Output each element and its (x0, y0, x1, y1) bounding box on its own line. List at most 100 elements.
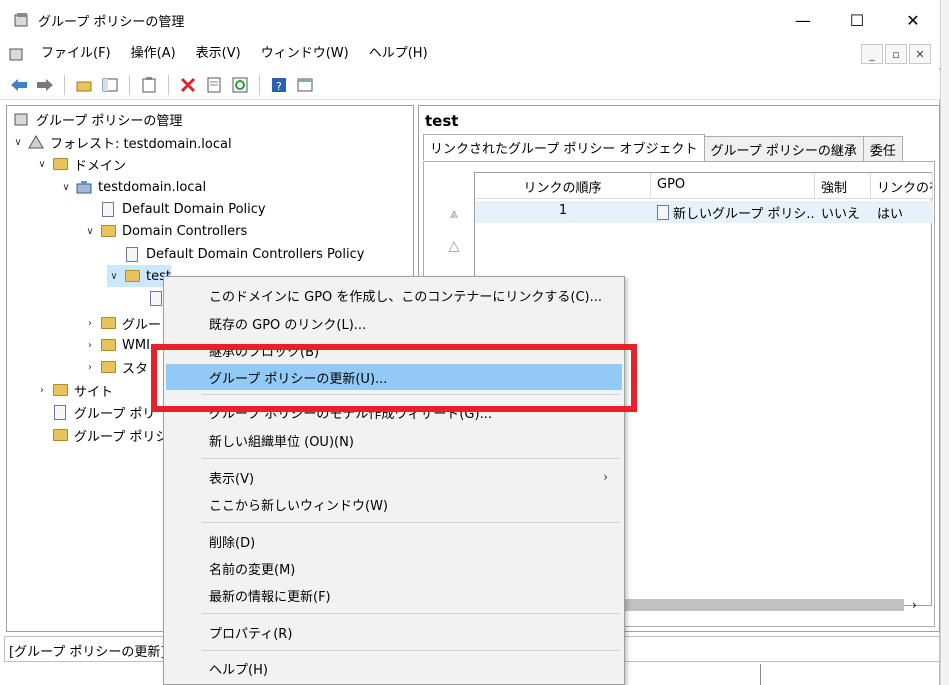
menu-bar: ファイル(F) 操作(A) 表示(V) ウィンドウ(W) ヘルプ(H) (0, 40, 940, 68)
pane-title: test (425, 112, 459, 130)
help-icon[interactable]: ? (268, 74, 290, 96)
gpmc-icon (13, 111, 31, 127)
chevron-down-icon[interactable]: ∨ (59, 182, 73, 193)
tree-label: Default Domain Policy (122, 201, 266, 217)
toolbar-separator (129, 74, 130, 95)
show-hide-tree-icon[interactable] (99, 74, 121, 96)
domain-icon (75, 179, 93, 195)
results-icon (51, 427, 69, 443)
tree-label: サイト (74, 384, 114, 400)
menu-item-new-window[interactable]: ここから新しいウィンドウ(W) (166, 491, 622, 517)
chevron-down-icon[interactable]: ∨ (83, 226, 97, 237)
chevron-right-icon[interactable]: › (83, 318, 97, 329)
close-button[interactable]: ✕ (890, 4, 936, 36)
forward-arrow-icon[interactable] (34, 74, 56, 96)
clipboard-icon[interactable] (138, 74, 160, 96)
menu-help[interactable]: ヘルプ(H) (359, 40, 438, 68)
tree-item-sites[interactable]: › サイト (35, 379, 113, 401)
mdi-minimize-button[interactable]: _ (861, 44, 883, 64)
toolbar-separator (259, 74, 260, 95)
tree-item-wmi[interactable]: › WMI (83, 334, 150, 356)
ou-folder-icon (99, 223, 117, 239)
tree-item-test-ou[interactable]: ∨ test (107, 265, 171, 287)
chevron-right-icon[interactable]: › (83, 340, 97, 351)
menu-item-rename[interactable]: 名前の変更(M) (166, 555, 622, 581)
column-header-link-enabled[interactable]: リンクの有 (871, 173, 933, 198)
cell-enforced: いいえ (821, 207, 861, 222)
mdi-close-button[interactable]: ✕ (909, 44, 931, 64)
toolbar-separator (64, 74, 65, 95)
wmi-folder-icon (99, 337, 117, 353)
scroll-right-icon[interactable]: › (912, 598, 917, 612)
menu-item-new-ou[interactable]: 新しい組織単位 (OU)(N) (166, 427, 622, 453)
table-row[interactable]: 1 新しいグループ ポリシ... いいえ はい (475, 201, 933, 223)
tree-item-modeling[interactable]: グループ ポリ (49, 401, 155, 423)
properties-icon[interactable] (203, 74, 225, 96)
tree-item-domains[interactable]: ∨ ドメイン (35, 153, 126, 175)
column-header-gpo[interactable]: GPO (651, 173, 815, 198)
column-header-order[interactable]: リンクの順序 (475, 173, 651, 198)
tree-item-ddc-policy[interactable]: Default Domain Controllers Policy (121, 243, 364, 265)
menu-item-create-gpo[interactable]: このドメインに GPO を作成し、このコンテナーにリンクする(C)... (166, 282, 622, 308)
delete-icon[interactable] (177, 74, 199, 96)
console-view-icon[interactable] (294, 74, 316, 96)
forest-icon (27, 134, 45, 150)
tree-item-results[interactable]: グループ ポリシ (49, 424, 168, 446)
mdi-restore-button[interactable]: ▫ (885, 44, 907, 64)
chevron-right-icon[interactable]: › (35, 385, 49, 396)
tree-label: testdomain.local (98, 179, 207, 195)
tree-label: Domain Controllers (122, 223, 248, 239)
tree-item-domain-controllers[interactable]: ∨ Domain Controllers (83, 220, 247, 242)
menu-file[interactable]: ファイル(F) (31, 40, 121, 68)
domains-folder-icon (51, 156, 69, 172)
toolbar: ? (0, 70, 940, 100)
sites-icon (51, 382, 69, 398)
tab-linked-gpos[interactable]: リンクされたグループ ポリシー オブジェクト (423, 134, 705, 160)
menu-separator (202, 613, 620, 614)
gpo-folder-icon (99, 315, 117, 331)
menu-separator (202, 522, 620, 523)
ou-folder-icon (123, 268, 141, 284)
tree-item-forest[interactable]: ∨ フォレスト: testdomain.local (11, 131, 232, 153)
menu-view[interactable]: 表示(V) (186, 40, 251, 68)
refresh-icon[interactable] (229, 74, 251, 96)
tree-item-domain[interactable]: ∨ testdomain.local (59, 176, 206, 198)
context-menu: このドメインに GPO を作成し、このコンテナーにリンクする(C)... 既存の… (163, 276, 625, 685)
tree-item-root[interactable]: グループ ポリシーの管理 (11, 108, 182, 130)
chevron-down-icon[interactable]: ∨ (107, 271, 121, 282)
gpo-link-icon (657, 204, 669, 220)
tree-item-starter[interactable]: › スタ (83, 356, 148, 378)
chevron-down-icon[interactable]: ∨ (11, 137, 25, 148)
tree-item-gpo-objects[interactable]: › グルー (83, 312, 161, 334)
chevron-down-icon[interactable]: ∨ (35, 159, 49, 170)
menu-action[interactable]: 操作(A) (121, 40, 186, 68)
move-up-icon[interactable]: ⩓ (444, 204, 464, 224)
chevron-right-icon[interactable]: › (83, 362, 97, 373)
move-down-icon[interactable]: △ (444, 236, 464, 256)
menu-item-view[interactable]: 表示(V) › (166, 464, 622, 490)
tab-delegation[interactable]: 委任 (862, 136, 903, 162)
tree-label: ドメイン (74, 158, 127, 174)
svg-text:?: ? (276, 80, 282, 93)
menu-window[interactable]: ウィンドウ(W) (251, 40, 359, 68)
submenu-arrow-icon: › (603, 470, 608, 484)
column-header-enforced[interactable]: 強制 (815, 173, 871, 198)
menu-item-help[interactable]: ヘルプ(H) (166, 655, 622, 681)
back-arrow-icon[interactable] (8, 74, 30, 96)
up-folder-icon[interactable] (73, 74, 95, 96)
tree-label: フォレスト: testdomain.local (50, 136, 232, 152)
minimize-button[interactable]: — (780, 4, 826, 36)
menu-item-delete[interactable]: 削除(D) (166, 528, 622, 554)
highlight-annotation-box (151, 344, 637, 412)
title-bar: グループ ポリシーの管理 — ☐ ✕ (0, 0, 940, 40)
menu-separator (202, 650, 620, 651)
app-menu-icon[interactable] (8, 46, 26, 62)
tree-item-default-domain-policy[interactable]: Default Domain Policy (97, 198, 266, 220)
tree-label: グループ ポリシーの管理 (36, 113, 183, 129)
menu-item-properties[interactable]: プロパティ(R) (166, 619, 622, 645)
status-divider (760, 664, 940, 685)
tab-inheritance[interactable]: グループ ポリシーの継承 (703, 136, 864, 162)
menu-item-refresh[interactable]: 最新の情報に更新(F) (166, 582, 622, 608)
maximize-button[interactable]: ☐ (834, 4, 880, 36)
menu-item-link-existing-gpo[interactable]: 既存の GPO のリンク(L)... (166, 310, 622, 336)
